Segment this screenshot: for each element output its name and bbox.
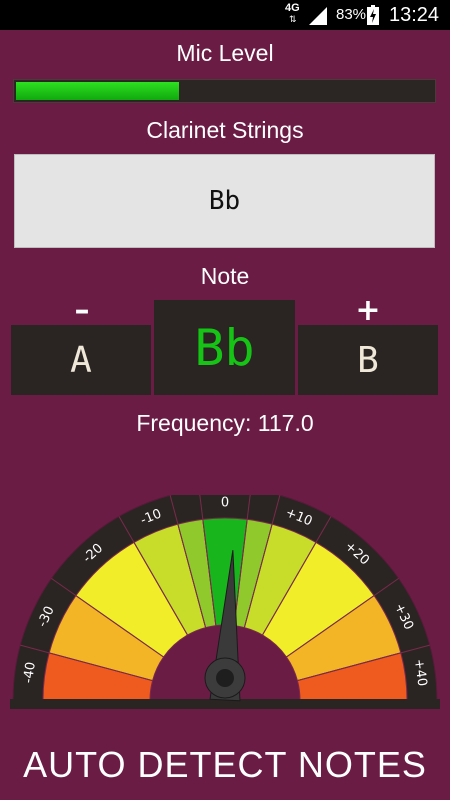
- clock: 13:24: [389, 4, 440, 26]
- prev-note-button[interactable]: A: [11, 325, 151, 395]
- current-note-display: Bb: [154, 300, 295, 395]
- needle-hub-center: [216, 669, 234, 687]
- next-note-label: B: [357, 339, 379, 381]
- auto-detect-notes-button[interactable]: AUTO DETECT NOTES: [0, 735, 450, 795]
- network-type: 4G: [285, 2, 300, 14]
- battery-percent: 83%: [336, 6, 367, 23]
- prev-note-label: A: [70, 339, 92, 381]
- next-note-button[interactable]: B: [298, 325, 438, 395]
- string-selector-value: Bb: [208, 186, 241, 216]
- note-plus-button[interactable]: +: [348, 293, 388, 328]
- mic-level-fill: [16, 82, 179, 100]
- tuning-gauge: -40-30-20-100+10+20+30+40: [10, 495, 440, 709]
- note-minus-button[interactable]: –: [62, 293, 102, 328]
- battery-charging-icon: [367, 5, 379, 25]
- data-activity-icon: ⇅: [289, 14, 297, 24]
- status-bar: 4G ⇅ 83% 13:24: [0, 0, 450, 30]
- mic-level-title: Mic Level: [176, 40, 274, 66]
- gauge-tick-label: -40: [21, 661, 39, 684]
- gauge-tick-label: 0: [221, 496, 229, 511]
- mic-level-meter: [13, 79, 436, 103]
- strings-title: Clarinet Strings: [146, 117, 304, 143]
- note-title: Note: [200, 263, 250, 289]
- current-note-label: Bb: [194, 318, 255, 377]
- signal-icon: [309, 7, 327, 25]
- frequency-readout: Frequency: 117.0: [136, 410, 314, 436]
- string-selector-button[interactable]: Bb: [14, 154, 435, 248]
